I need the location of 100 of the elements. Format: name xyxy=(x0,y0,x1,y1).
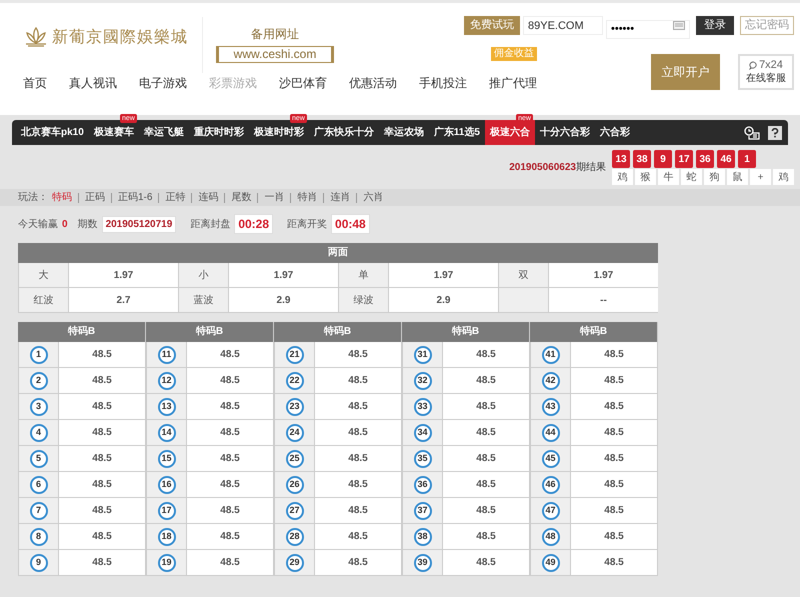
odds-value[interactable]: 48.5 xyxy=(314,498,401,523)
odds-value[interactable]: 48.5 xyxy=(442,524,529,549)
odds-value[interactable]: 48.5 xyxy=(186,394,273,419)
odds-value[interactable]: 48.5 xyxy=(570,368,657,393)
help-button[interactable] xyxy=(768,126,782,140)
username-field[interactable]: 89YE.COM xyxy=(523,16,603,35)
odds-value[interactable]: 48.5 xyxy=(314,342,401,367)
odds-value[interactable]: 48.5 xyxy=(442,550,529,575)
odds-value[interactable]: 48.5 xyxy=(314,394,401,419)
password-field[interactable]: •••••• xyxy=(606,20,690,38)
odds-value[interactable]: 48.5 xyxy=(314,420,401,445)
odds-label: 绿波 xyxy=(338,288,388,312)
odds-value[interactable]: 48.5 xyxy=(58,446,145,471)
odds-value[interactable]: 48.5 xyxy=(570,550,657,575)
play-type-link[interactable]: 正特 xyxy=(165,190,186,205)
column-header: 特码B xyxy=(146,322,273,342)
nav-link[interactable]: 电子游戏 xyxy=(139,76,187,90)
game-tab[interactable]: 重庆时时彩 xyxy=(188,120,249,145)
odds-value[interactable]: 48.5 xyxy=(186,368,273,393)
odds-value[interactable]: 48.5 xyxy=(442,446,529,471)
play-type-link[interactable]: 特码 xyxy=(52,190,72,205)
nav-link[interactable]: 推广代理 xyxy=(489,76,537,90)
game-tab[interactable]: 极速六合 xyxy=(484,120,535,145)
odds-value[interactable]: 48.5 xyxy=(58,368,145,393)
game-tab[interactable]: 广东11选5 xyxy=(428,120,485,145)
game-tab[interactable]: 北京赛车pk10 xyxy=(16,120,89,145)
odds-value[interactable]: 48.5 xyxy=(314,368,401,393)
play-type-link[interactable]: 连码 xyxy=(198,190,218,205)
play-type-link[interactable]: 连肖 xyxy=(330,190,350,205)
odds-value[interactable]: 48.5 xyxy=(58,550,145,575)
odds-value[interactable]: 48.5 xyxy=(314,472,401,497)
odds-value[interactable]: 48.5 xyxy=(186,342,273,367)
close-countdown: 00:28 xyxy=(234,214,274,234)
odds-value[interactable]: 2.9 xyxy=(228,288,338,312)
odds-value[interactable]: 48.5 xyxy=(442,420,529,445)
result-number: 9 xyxy=(654,150,672,168)
odds-value[interactable]: 2.7 xyxy=(68,288,178,312)
game-tab[interactable]: 幸运农场 xyxy=(378,120,429,145)
odds-value[interactable]: 1.97 xyxy=(228,263,338,287)
play-type-link[interactable]: 正码1-6 xyxy=(118,190,152,205)
odds-value[interactable]: 48.5 xyxy=(314,446,401,471)
odds-value[interactable]: 48.5 xyxy=(314,524,401,549)
online-support-button[interactable]: 7x24 在线客服 xyxy=(738,54,794,90)
odds-value[interactable]: 48.5 xyxy=(58,420,145,445)
zodiac-cell: 狗 xyxy=(704,169,725,185)
draw-period: 201905060623期结果 xyxy=(509,160,606,175)
game-tab[interactable]: 广东快乐十分 xyxy=(308,120,379,145)
odds-value[interactable]: 1.97 xyxy=(548,263,658,287)
odds-value[interactable]: 48.5 xyxy=(186,524,273,549)
game-tab[interactable]: 幸运飞艇 xyxy=(138,120,189,145)
odds-value[interactable]: 48.5 xyxy=(442,498,529,523)
odds-value[interactable]: 48.5 xyxy=(570,420,657,445)
result-number: 13 xyxy=(612,150,630,168)
backup-url-link[interactable]: www.ceshi.com xyxy=(216,46,334,63)
game-tab[interactable]: 六合彩 xyxy=(594,120,635,145)
odds-value[interactable]: 48.5 xyxy=(570,524,657,549)
odds-value[interactable]: 48.5 xyxy=(442,394,529,419)
nav-link[interactable]: 优惠活动 xyxy=(349,76,397,90)
odds-value[interactable]: 1.97 xyxy=(388,263,498,287)
nav-link[interactable]: 真人视讯 xyxy=(69,76,117,90)
odds-value[interactable]: 48.5 xyxy=(186,446,273,471)
game-tab[interactable]: 十分六合彩 xyxy=(534,120,595,145)
odds-value[interactable]: 48.5 xyxy=(570,394,657,419)
login-button[interactable]: 登录 xyxy=(696,16,734,35)
odds-value[interactable]: 48.5 xyxy=(570,446,657,471)
odds-value[interactable]: 48.5 xyxy=(186,498,273,523)
odds-value[interactable]: 48.5 xyxy=(186,420,273,445)
odds-value[interactable]: 48.5 xyxy=(570,472,657,497)
odds-value[interactable]: 48.5 xyxy=(186,472,273,497)
odds-value[interactable]: 48.5 xyxy=(314,550,401,575)
play-type-link[interactable]: 六肖 xyxy=(363,190,384,205)
odds-value[interactable]: 48.5 xyxy=(442,472,529,497)
odds-value[interactable]: 48.5 xyxy=(58,394,145,419)
odds-value[interactable]: 48.5 xyxy=(58,498,145,523)
play-type-link[interactable]: 尾数 xyxy=(231,190,252,205)
play-type-link[interactable]: 一肖 xyxy=(264,190,284,205)
period-label: 期数 xyxy=(78,218,98,232)
odds-value[interactable]: 48.5 xyxy=(58,342,145,367)
odds-value[interactable]: 48.5 xyxy=(442,368,529,393)
zodiac-cell: + xyxy=(750,169,771,185)
play-type-link[interactable]: 正码 xyxy=(85,190,105,205)
nav-link[interactable]: 首页 xyxy=(23,76,47,90)
odds-value[interactable]: -- xyxy=(548,288,658,312)
odds-value[interactable]: 48.5 xyxy=(58,472,145,497)
game-tab[interactable]: 极速时时彩 xyxy=(248,120,309,145)
nav-link[interactable]: 沙巴体育 xyxy=(279,76,327,90)
play-type-link[interactable]: 特肖 xyxy=(297,190,318,205)
odds-label: 大 xyxy=(18,263,68,287)
odds-value[interactable]: 48.5 xyxy=(442,342,529,367)
odds-value[interactable]: 48.5 xyxy=(186,550,273,575)
odds-value[interactable]: 48.5 xyxy=(58,524,145,549)
zodiac-cell: 鸡 xyxy=(612,169,633,185)
nav-link[interactable]: 手机投注 xyxy=(419,76,467,90)
odds-value[interactable]: 48.5 xyxy=(570,498,657,523)
clock-document-icon[interactable] xyxy=(744,126,760,140)
odds-value[interactable]: 2.9 xyxy=(388,288,498,312)
odds-value[interactable]: 1.97 xyxy=(68,263,178,287)
game-tab[interactable]: 极速赛车 xyxy=(88,120,139,145)
draw-countdown: 00:48 xyxy=(331,214,370,234)
odds-value[interactable]: 48.5 xyxy=(570,342,657,367)
